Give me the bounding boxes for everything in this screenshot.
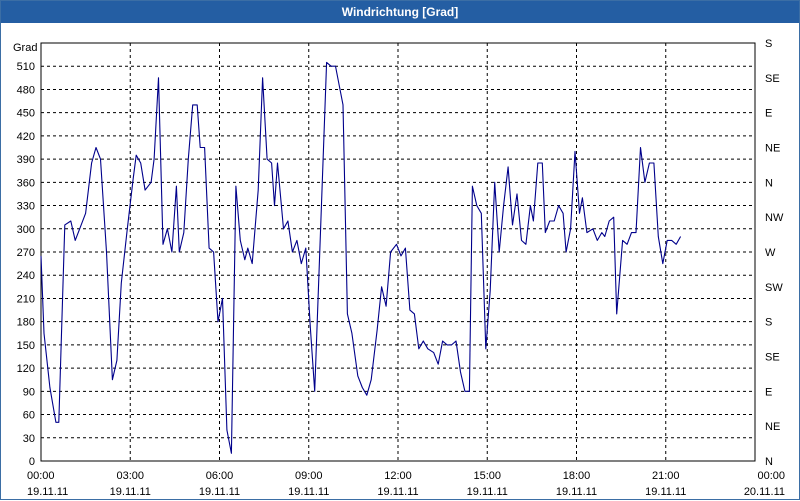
y2-tick-label: NW	[765, 212, 784, 224]
y-tick-label: 450	[17, 108, 35, 120]
y-tick-label: 390	[17, 154, 35, 166]
y2-tick-label: W	[765, 247, 776, 259]
y-axis: 0 30 60 90 120 150 180 210 240 270 300 330 360 390 420…	[17, 61, 35, 468]
y-tick-label: 210	[17, 293, 35, 305]
y2-tick-label: N	[765, 177, 773, 189]
y-tick-label: 120	[17, 363, 35, 375]
y2-tick-label: S	[765, 38, 772, 50]
x-tick-date: 20.11.11	[744, 486, 785, 498]
y-tick-label: 330	[17, 201, 35, 213]
y-tick-label: 90	[23, 386, 35, 398]
y-axis-label: Grad	[13, 42, 37, 54]
y2-tick-label: S	[765, 317, 772, 329]
x-tick-date: 19.11.11	[556, 486, 597, 498]
x-tick-time: 06:00	[206, 470, 234, 482]
x-tick-time: 00:00	[757, 470, 785, 482]
y2-tick-label: NE	[765, 421, 780, 433]
x-axis: 00:00 19.11.11 03:00 19.11.11 06:00 19.11.11 0…	[27, 470, 785, 498]
y2-tick-label: NE	[765, 143, 780, 155]
x-tick-time: 00:00	[27, 470, 55, 482]
x-tick-date: 19.11.11	[199, 486, 240, 498]
y2-axis-compass: N NE E SE S SW W NW N NE E SE S	[765, 38, 784, 468]
y2-tick-label: SE	[765, 352, 780, 364]
x-tick-time: 15:00	[473, 470, 501, 482]
x-tick-time: 12:00	[384, 470, 412, 482]
y2-tick-label: N	[765, 456, 773, 468]
x-tick-time: 09:00	[295, 470, 323, 482]
y-tick-label: 360	[17, 177, 35, 189]
y-tick-label: 480	[17, 84, 35, 96]
y2-tick-label: SW	[765, 282, 783, 294]
x-tick-time: 21:00	[652, 470, 680, 482]
y-tick-label: 270	[17, 247, 35, 259]
y-tick-label: 150	[17, 340, 35, 352]
x-tick-date: 19.11.11	[467, 486, 508, 498]
y-tick-label: 420	[17, 131, 35, 143]
y-tick-label: 60	[23, 410, 35, 422]
x-tick-date: 19.11.11	[27, 486, 68, 498]
y-tick-label: 180	[17, 317, 35, 329]
y-tick-label: 510	[17, 61, 35, 73]
x-tick-time: 03:00	[116, 470, 144, 482]
y2-tick-label: E	[765, 108, 772, 120]
x-tick-date: 19.11.11	[288, 486, 329, 498]
x-tick-time: 18:00	[563, 470, 591, 482]
y2-tick-label: SE	[765, 73, 780, 85]
x-tick-date: 19.11.11	[110, 486, 151, 498]
y2-tick-label: E	[765, 386, 772, 398]
x-tick-date: 19.11.11	[377, 486, 418, 498]
y-tick-label: 0	[29, 456, 35, 468]
line-chart: 0 30 60 90 120 150 180 210 240 270 300 330 360 390 420…	[13, 38, 785, 498]
chart-window: Windrichtung [Grad] 0 30 60 90 120 150 180 210 2…	[0, 0, 800, 500]
y-tick-label: 240	[17, 270, 35, 282]
y-tick-label: 30	[23, 433, 35, 445]
y-tick-label: 300	[17, 224, 35, 236]
x-tick-date: 19.11.11	[645, 486, 686, 498]
